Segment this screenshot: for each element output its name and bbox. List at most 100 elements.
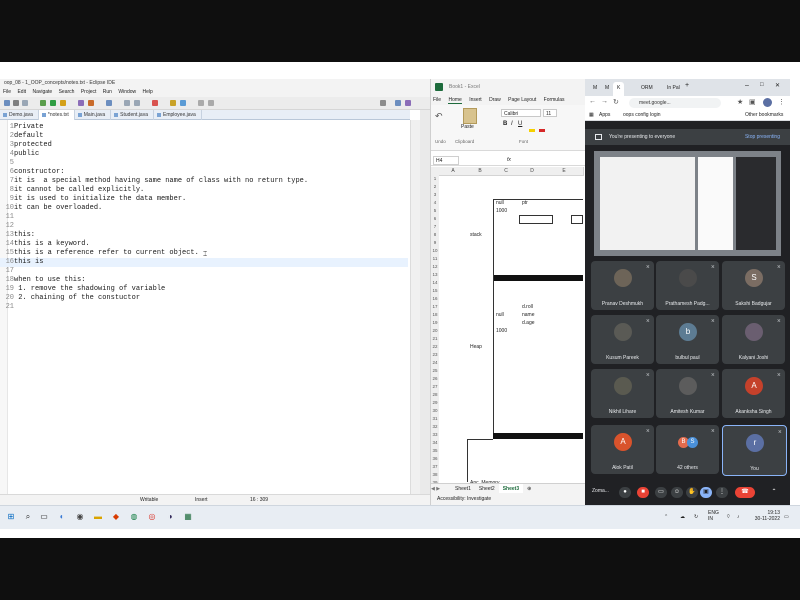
back-icon[interactable]	[198, 100, 204, 106]
menu-window[interactable]: Window	[118, 89, 136, 95]
name-box[interactable]: H4	[433, 156, 459, 165]
text-editor[interactable]: 1Private 2default 3protected 4public 5 6const…	[0, 120, 410, 494]
annotation-prev-icon[interactable]	[134, 100, 140, 106]
volume-icon[interactable]: ♪	[737, 514, 740, 520]
code-line[interactable]: 9it is used to initialize the data membe…	[0, 195, 408, 204]
chrome-icon[interactable]: ◎	[146, 511, 158, 523]
widgets-icon[interactable]: ◐	[56, 511, 68, 523]
search-icon[interactable]	[106, 100, 112, 106]
profile-avatar[interactable]	[763, 98, 772, 107]
search-icon[interactable]: ⌕	[22, 511, 34, 523]
new-icon[interactable]	[4, 100, 10, 106]
fill-color-icon[interactable]	[529, 129, 535, 132]
eclipse-icon[interactable]: ◑	[164, 511, 176, 523]
java-perspective-icon[interactable]	[405, 100, 411, 106]
tab-main-java[interactable]: Main.java	[75, 110, 112, 120]
external-tools-icon[interactable]	[60, 100, 66, 106]
undo-icon[interactable]: ↶	[435, 111, 443, 122]
cell[interactable]: name	[522, 312, 535, 318]
debug-icon[interactable]	[40, 100, 46, 106]
cell[interactable]: d.age	[522, 320, 535, 326]
participant-tile[interactable]: ⨯ Pranav Deshmukh	[591, 261, 654, 310]
chrome-tab-inpal[interactable]: In Pal	[663, 82, 684, 96]
extensions-icon[interactable]: ▣	[749, 98, 756, 106]
tray-cloud-icon[interactable]: ☁	[680, 514, 685, 520]
notification-icon[interactable]: ▭	[784, 514, 789, 520]
menu-search[interactable]: Search	[59, 89, 75, 95]
apps-icon[interactable]: ▦	[589, 110, 594, 121]
cell[interactable]: Heap	[470, 344, 482, 350]
cell[interactable]: d.roll	[522, 304, 533, 310]
present-now-icon[interactable]: ▣	[700, 487, 712, 498]
code-line[interactable]: 10it can be overloaded.	[0, 204, 408, 213]
bookmark-apps[interactable]: Apps	[599, 110, 610, 121]
participant-tile[interactable]: r ⨯ You	[722, 425, 787, 476]
fx-icon[interactable]: fx	[507, 155, 511, 166]
windows-start-icon[interactable]: ⊞	[5, 511, 17, 523]
save-icon[interactable]	[13, 100, 19, 106]
tab-demo-java[interactable]: Demo.java	[0, 110, 39, 120]
participant-tile[interactable]: ⨯ Nikhil Lihare	[591, 369, 654, 418]
italic-icon[interactable]: I	[511, 121, 513, 127]
new-class-icon[interactable]	[88, 100, 94, 106]
menu-navigate[interactable]: Navigate	[32, 89, 52, 95]
code-line[interactable]: 20 2. chaining of the constuctor	[0, 294, 408, 303]
ribbon-tab-formulas[interactable]: Formulas	[544, 97, 565, 103]
participant-tile[interactable]: S ⨯ Sakshi Badgujar	[722, 261, 785, 310]
column-header[interactable]: E	[545, 167, 584, 176]
task-view-icon[interactable]: ▭	[38, 511, 50, 523]
ribbon-tab-home[interactable]: Home	[448, 97, 462, 104]
ribbon-tab-page-layout[interactable]: Page Layout	[508, 97, 536, 103]
chrome-menu-icon[interactable]: ⋮	[778, 98, 785, 106]
participant-tile[interactable]: B S ⨯ 42 others	[656, 425, 719, 474]
tray-language[interactable]: ENG IN	[708, 510, 719, 522]
underline-icon[interactable]: U	[518, 121, 522, 127]
run-icon[interactable]	[50, 100, 56, 106]
code-line[interactable]: 19 1. remove the shadowing of variable	[0, 285, 408, 294]
font-color-icon[interactable]	[539, 129, 545, 132]
menu-run[interactable]: Run	[103, 89, 112, 95]
emoji-icon[interactable]: ☺	[671, 487, 683, 498]
code-line[interactable]: 6constructor:	[0, 168, 408, 177]
search-field-icon[interactable]	[380, 100, 386, 106]
bookmark-oops-login[interactable]: oops config login	[623, 110, 661, 121]
file-explorer-icon[interactable]: ▬	[92, 511, 104, 523]
expand-chevron-icon[interactable]: ⌃	[768, 487, 780, 498]
close-icon[interactable]: ✕	[775, 82, 780, 89]
menu-file[interactable]: File	[3, 89, 11, 95]
editor-scrollbar[interactable]	[410, 120, 420, 494]
code-line[interactable]: 13this:	[0, 231, 408, 240]
menu-project[interactable]: Project	[81, 89, 97, 95]
office-icon[interactable]: ◆	[110, 511, 122, 523]
participant-tile[interactable]: ⨯ Kalyani Joshi	[722, 315, 785, 364]
code-line[interactable]: 2default	[0, 132, 408, 141]
participant-tile[interactable]: b ⨯ bulbul paul	[656, 315, 719, 364]
cell[interactable]: 1000	[496, 208, 507, 214]
ribbon-tab-insert[interactable]: Insert	[469, 97, 482, 103]
ribbon-tab-draw[interactable]: Draw	[489, 97, 501, 103]
tab-notes-txt[interactable]: *notes.txt	[38, 110, 75, 120]
code-line[interactable]: 5	[0, 159, 408, 168]
menu-help[interactable]: Help	[143, 89, 153, 95]
code-line[interactable]: 4public	[0, 150, 408, 159]
reload-icon[interactable]: ↻	[613, 98, 619, 106]
wifi-icon[interactable]: ⌔	[726, 514, 731, 520]
url-field[interactable]: meet.google...	[629, 98, 721, 108]
code-line[interactable]: 1Private	[0, 123, 408, 132]
column-header[interactable]: D	[519, 167, 546, 176]
bookmark-other[interactable]: Other bookmarks	[745, 110, 783, 121]
participant-tile[interactable]: A ⨯ Akanksha Singh	[722, 369, 785, 418]
chrome-tab-orm[interactable]: ORM	[637, 82, 657, 96]
code-line[interactable]: 3protected	[0, 141, 408, 150]
tray-sync-icon[interactable]: ↻	[694, 514, 698, 520]
chrome-tab-meet[interactable]: K	[613, 82, 625, 96]
tray-clock[interactable]: 19:13 30-11-2022	[746, 510, 780, 522]
maximize-icon[interactable]: □	[760, 82, 764, 88]
tray-chevron-icon[interactable]: ⌃	[664, 514, 668, 520]
raise-hand-icon[interactable]: ✋	[686, 487, 698, 498]
paste-icon[interactable]	[463, 108, 477, 124]
bookmark-star-icon[interactable]: ★	[737, 98, 743, 106]
annotation-next-icon[interactable]	[124, 100, 130, 106]
participant-tile[interactable]: ⨯ Prathamesh Padg...	[656, 261, 719, 310]
code-line[interactable]: 16this is	[0, 258, 408, 267]
